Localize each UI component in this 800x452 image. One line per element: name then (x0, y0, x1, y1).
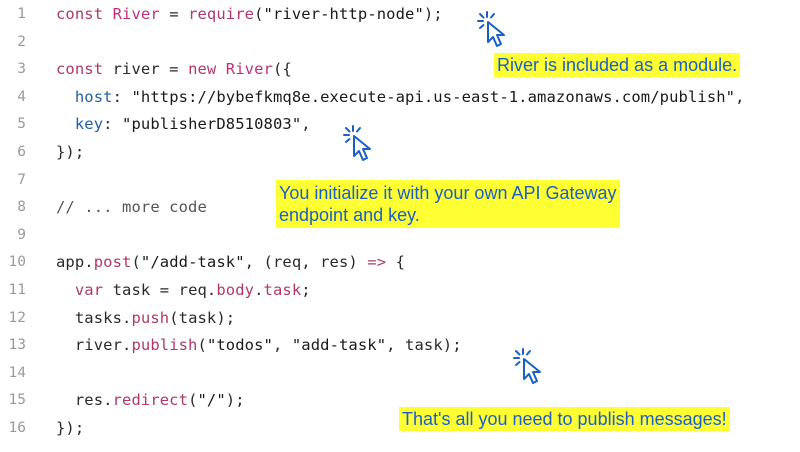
code-text: tasks.push(task); (56, 304, 235, 333)
code-token: River (112, 5, 160, 23)
code-line: 4 host: "https://bybefkmq8e.execute-api.… (0, 83, 800, 112)
line-number: 16 (8, 420, 26, 436)
line-number: 10 (8, 254, 26, 271)
code-token: ( (197, 336, 207, 355)
code-token: "/add-task" (140, 253, 245, 272)
code-token: "publisherD8510803" (122, 115, 302, 134)
code-token: redirect (112, 391, 189, 410)
code-line: 11 var task = req.body.task; (0, 276, 800, 305)
code-token: ); (225, 391, 245, 410)
code-line: 5 key: "publisherD8510803", (0, 110, 800, 139)
code-token: : (103, 115, 123, 134)
code-token: ( (254, 5, 264, 23)
line-number: 6 (17, 144, 26, 160)
code-text: key: "publisherD8510803", (56, 110, 311, 139)
code-token: , (req, res) (244, 253, 368, 272)
code-token: (task); (169, 308, 236, 327)
line-number: 11 (8, 282, 26, 298)
code-token: river. (56, 336, 132, 355)
line-number: 4 (17, 88, 26, 105)
line-number: 3 (17, 61, 26, 78)
code-token: ( (188, 391, 198, 410)
line-number: 1 (17, 6, 26, 22)
code-token: . (254, 281, 264, 299)
code-text: }); (56, 414, 84, 443)
code-token: { (386, 253, 406, 272)
code-token: , task); (386, 336, 462, 355)
code-token: , (301, 115, 311, 134)
annotation-initialize-line1: You initialize it with your own API Gate… (279, 183, 617, 203)
code-token: , (272, 336, 292, 355)
line-number: 8 (17, 199, 26, 216)
code-text: river.publish("todos", "add-task", task)… (56, 331, 462, 360)
click-cursor-icon (513, 348, 541, 384)
line-number: 12 (8, 309, 26, 326)
code-token: key (74, 115, 104, 134)
code-line: 1 const River = require("river-http-node"… (0, 0, 800, 29)
line-number: 14 (8, 364, 26, 381)
code-line: 13 river.publish("todos", "add-task", ta… (0, 331, 800, 360)
code-token: app. (56, 253, 94, 272)
code-token: "todos" (206, 336, 273, 355)
code-text: const River = require("river-http-node")… (56, 0, 443, 29)
code-token: , (735, 87, 745, 106)
code-token: : (112, 87, 132, 106)
code-token: River (225, 60, 273, 79)
click-cursor-icon (343, 125, 371, 161)
annotation-initialize-line2: endpoint and key. (279, 205, 420, 225)
code-token: }); (56, 143, 85, 161)
annotation-initialize: You initialize it with your own API Gate… (276, 180, 620, 228)
code-text: res.redirect("/"); (56, 386, 245, 415)
code-line: 12 tasks.push(task); (0, 304, 800, 333)
code-token: }); (56, 419, 85, 437)
code-line: 10 app.post("/add-task", (req, res) => { (0, 248, 800, 277)
code-token: "/" (197, 391, 226, 410)
code-text: app.post("/add-task", (req, res) => { (56, 248, 405, 277)
code-text: host: "https://bybefkmq8e.execute-api.us… (56, 83, 745, 112)
code-token: tasks. (56, 308, 132, 327)
code-token: ); (423, 5, 443, 23)
code-token: publish (131, 336, 198, 355)
line-number: 7 (17, 171, 26, 188)
code-token: "add-task" (291, 336, 387, 355)
code-token: var (74, 281, 113, 299)
code-token: // ... more code (56, 198, 207, 217)
line-number: 2 (17, 33, 26, 50)
code-line: 6}); (0, 138, 800, 167)
code-token: ( (131, 253, 141, 272)
code-token: task (263, 281, 302, 299)
code-token: res. (56, 391, 113, 410)
code-token: const (56, 60, 113, 79)
code-token: "river-http-node" (263, 5, 424, 23)
code-token: body (216, 281, 255, 299)
code-line: 14 (0, 359, 800, 388)
code-token: const (56, 5, 113, 23)
code-text: // ... more code (56, 193, 207, 222)
annotation-module: River is included as a module. (494, 53, 741, 77)
click-cursor-icon (477, 11, 505, 47)
code-token: river = (112, 60, 189, 79)
code-token: new (188, 60, 226, 79)
code-text: }); (56, 138, 84, 167)
code-token: push (131, 308, 170, 327)
code-text: const river = new River({ (56, 55, 292, 84)
line-number: 13 (8, 337, 26, 354)
code-token: host (74, 87, 113, 106)
code-token: = (159, 5, 189, 23)
code-token: "https://bybefkmq8e.execute-api.us-east-… (131, 87, 736, 106)
code-token: task = req. (112, 281, 217, 299)
code-text: var task = req.body.task; (56, 276, 311, 305)
code-token: post (93, 253, 132, 272)
code-token: => (367, 253, 387, 272)
code-token: ({ (272, 60, 292, 79)
code-token: ; (301, 281, 311, 299)
line-number: 15 (8, 392, 26, 409)
annotation-publish: That's all you need to publish messages! (399, 407, 730, 431)
line-number: 9 (17, 226, 26, 243)
line-number: 5 (17, 116, 26, 133)
code-token: require (188, 5, 255, 23)
